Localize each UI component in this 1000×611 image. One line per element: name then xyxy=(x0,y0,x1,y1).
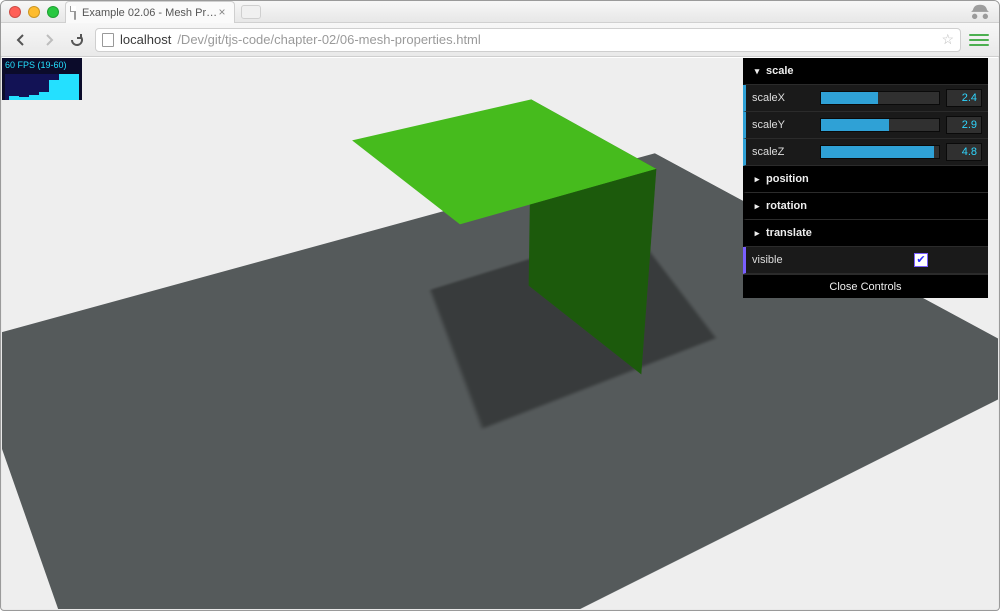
gui-folder-translate[interactable]: ▸ translate xyxy=(743,220,988,247)
property-label: visible xyxy=(752,255,820,266)
tab-strip: Example 02.06 - Mesh Pr… × xyxy=(65,1,261,23)
titlebar: Example 02.06 - Mesh Pr… × xyxy=(1,1,999,23)
fps-graph xyxy=(5,74,79,100)
close-controls-button[interactable]: Close Controls xyxy=(743,274,988,298)
caret-right-icon: ▸ xyxy=(752,202,762,211)
tab-title: Example 02.06 - Mesh Pr… xyxy=(82,7,217,19)
folder-label: scale xyxy=(766,66,794,77)
property-label: scaleZ xyxy=(752,147,820,158)
tab-close-button[interactable]: × xyxy=(216,6,228,18)
folder-label: translate xyxy=(766,228,812,239)
url-path: /Dev/git/tjs-code/chapter-02/06-mesh-pro… xyxy=(177,32,480,47)
gui-row-scalex: scaleX 2.4 xyxy=(743,85,988,112)
fps-label: 60 FPS (19-60) xyxy=(5,60,79,71)
folder-label: position xyxy=(766,174,809,185)
incognito-icon xyxy=(969,3,991,19)
chrome-menu-button[interactable] xyxy=(969,30,989,50)
browser-tab[interactable]: Example 02.06 - Mesh Pr… × xyxy=(65,1,235,23)
caret-right-icon: ▸ xyxy=(752,175,762,184)
gui-row-scaley: scaleY 2.9 xyxy=(743,112,988,139)
fps-stats-panel[interactable]: 60 FPS (19-60) xyxy=(2,58,82,100)
url-host: localhost xyxy=(120,32,171,47)
toolbar: localhost/Dev/git/tjs-code/chapter-02/06… xyxy=(1,23,999,57)
caret-right-icon: ▸ xyxy=(752,229,762,238)
gui-folder-position[interactable]: ▸ position xyxy=(743,166,988,193)
page-icon xyxy=(74,6,76,20)
page-icon xyxy=(102,33,114,47)
gui-row-scalez: scaleZ 4.8 xyxy=(743,139,988,166)
caret-down-icon: ▾ xyxy=(752,67,762,76)
address-bar[interactable]: localhost/Dev/git/tjs-code/chapter-02/06… xyxy=(95,28,961,52)
dat-gui-panel: ▾ scale scaleX 2.4 scaleY 2.9 scaleZ 4.8… xyxy=(743,58,988,298)
zoom-window-button[interactable] xyxy=(47,6,59,18)
property-label: scaleX xyxy=(752,93,820,104)
folder-label: rotation xyxy=(766,201,807,212)
window-controls xyxy=(9,6,59,18)
reload-button[interactable] xyxy=(67,30,87,50)
gui-row-visible: visible xyxy=(743,247,988,274)
gui-folder-rotation[interactable]: ▸ rotation xyxy=(743,193,988,220)
checkbox-visible[interactable] xyxy=(914,253,928,267)
close-window-button[interactable] xyxy=(9,6,21,18)
page-viewport: 60 FPS (19-60) ▾ scale scaleX 2.4 scaleY… xyxy=(2,58,998,609)
property-label: scaleY xyxy=(752,120,820,131)
value-scalex[interactable]: 2.4 xyxy=(946,89,982,107)
bookmark-star-icon[interactable]: ☆ xyxy=(941,31,954,48)
new-tab-button[interactable] xyxy=(241,5,261,19)
slider-scalex[interactable] xyxy=(820,91,940,105)
slider-scalez[interactable] xyxy=(820,145,940,159)
browser-window: Example 02.06 - Mesh Pr… × localhost/Dev… xyxy=(0,0,1000,611)
forward-button[interactable] xyxy=(39,30,59,50)
minimize-window-button[interactable] xyxy=(28,6,40,18)
value-scalez[interactable]: 4.8 xyxy=(946,143,982,161)
value-scaley[interactable]: 2.9 xyxy=(946,116,982,134)
slider-scaley[interactable] xyxy=(820,118,940,132)
back-button[interactable] xyxy=(11,30,31,50)
gui-folder-scale[interactable]: ▾ scale xyxy=(743,58,988,85)
